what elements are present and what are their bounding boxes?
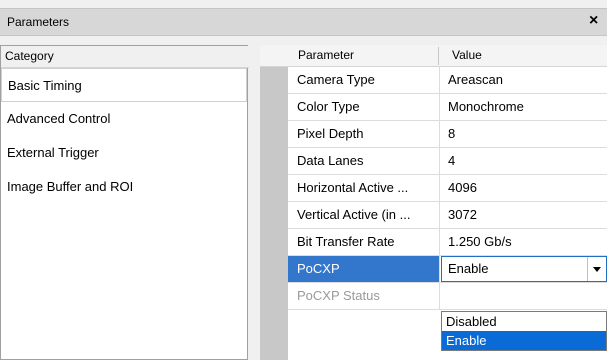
- param-name: PoCXP: [288, 256, 440, 282]
- pocxp-combobox[interactable]: Enable: [441, 256, 607, 282]
- column-separator[interactable]: [438, 47, 439, 65]
- param-value[interactable]: 4: [441, 148, 607, 174]
- title-bar: Parameters ×: [0, 8, 607, 36]
- parameters-panel: Parameters × Category Basic Timing Advan…: [0, 0, 607, 360]
- dropdown-option-disabled[interactable]: Disabled: [442, 312, 606, 331]
- param-value[interactable]: 1.250 Gb/s: [441, 229, 607, 255]
- panel-title: Parameters: [7, 15, 70, 29]
- table-row[interactable]: Color Type Monochrome: [288, 94, 607, 121]
- combobox-value: Enable: [448, 261, 489, 276]
- param-name: Pixel Depth: [288, 121, 440, 147]
- parameter-grid-header: Parameter Value: [260, 45, 607, 67]
- table-row[interactable]: Camera Type Areascan: [288, 67, 607, 94]
- param-value[interactable]: Areascan: [441, 67, 607, 93]
- category-item-image-buffer-roi[interactable]: Image Buffer and ROI: [1, 170, 247, 204]
- table-row[interactable]: Horizontal Active ... 4096: [288, 175, 607, 202]
- param-value[interactable]: 8: [441, 121, 607, 147]
- table-row-selected[interactable]: PoCXP Enable: [288, 256, 607, 283]
- column-header-parameter[interactable]: Parameter: [298, 48, 354, 62]
- table-row[interactable]: Data Lanes 4: [288, 148, 607, 175]
- param-name: PoCXP Status: [288, 283, 440, 309]
- table-row[interactable]: Vertical Active (in ... 3072: [288, 202, 607, 229]
- close-icon[interactable]: ×: [589, 12, 598, 30]
- param-name: Horizontal Active ...: [288, 175, 440, 201]
- category-item-advanced-control[interactable]: Advanced Control: [1, 102, 247, 136]
- dropdown-list: Disabled Enable: [441, 311, 607, 351]
- param-value[interactable]: 4096: [441, 175, 607, 201]
- chevron-down-icon: [593, 267, 601, 272]
- row-header-gutter: [260, 67, 288, 360]
- param-name: Vertical Active (in ...: [288, 202, 440, 228]
- category-header: Category: [1, 46, 249, 68]
- param-name: Data Lanes: [288, 148, 440, 174]
- dropdown-option-enable[interactable]: Enable: [442, 331, 606, 350]
- param-value[interactable]: 3072: [441, 202, 607, 228]
- table-row[interactable]: PoCXP Status: [288, 283, 607, 310]
- table-row[interactable]: Bit Transfer Rate 1.250 Gb/s: [288, 229, 607, 256]
- param-value[interactable]: Monochrome: [441, 94, 607, 120]
- column-header-value[interactable]: Value: [452, 48, 482, 62]
- param-name: Camera Type: [288, 67, 440, 93]
- param-name: Bit Transfer Rate: [288, 229, 440, 255]
- param-name: Color Type: [288, 94, 440, 120]
- category-header-label: Category: [5, 49, 54, 63]
- category-item-external-trigger[interactable]: External Trigger: [1, 136, 247, 170]
- category-list: Basic Timing Advanced Control External T…: [1, 68, 247, 204]
- combobox-dropdown-button[interactable]: [587, 257, 606, 281]
- category-pane: Category Basic Timing Advanced Control E…: [0, 45, 249, 360]
- table-row[interactable]: Pixel Depth 8: [288, 121, 607, 148]
- category-item-basic-timing[interactable]: Basic Timing: [1, 68, 247, 102]
- param-value: [441, 283, 607, 309]
